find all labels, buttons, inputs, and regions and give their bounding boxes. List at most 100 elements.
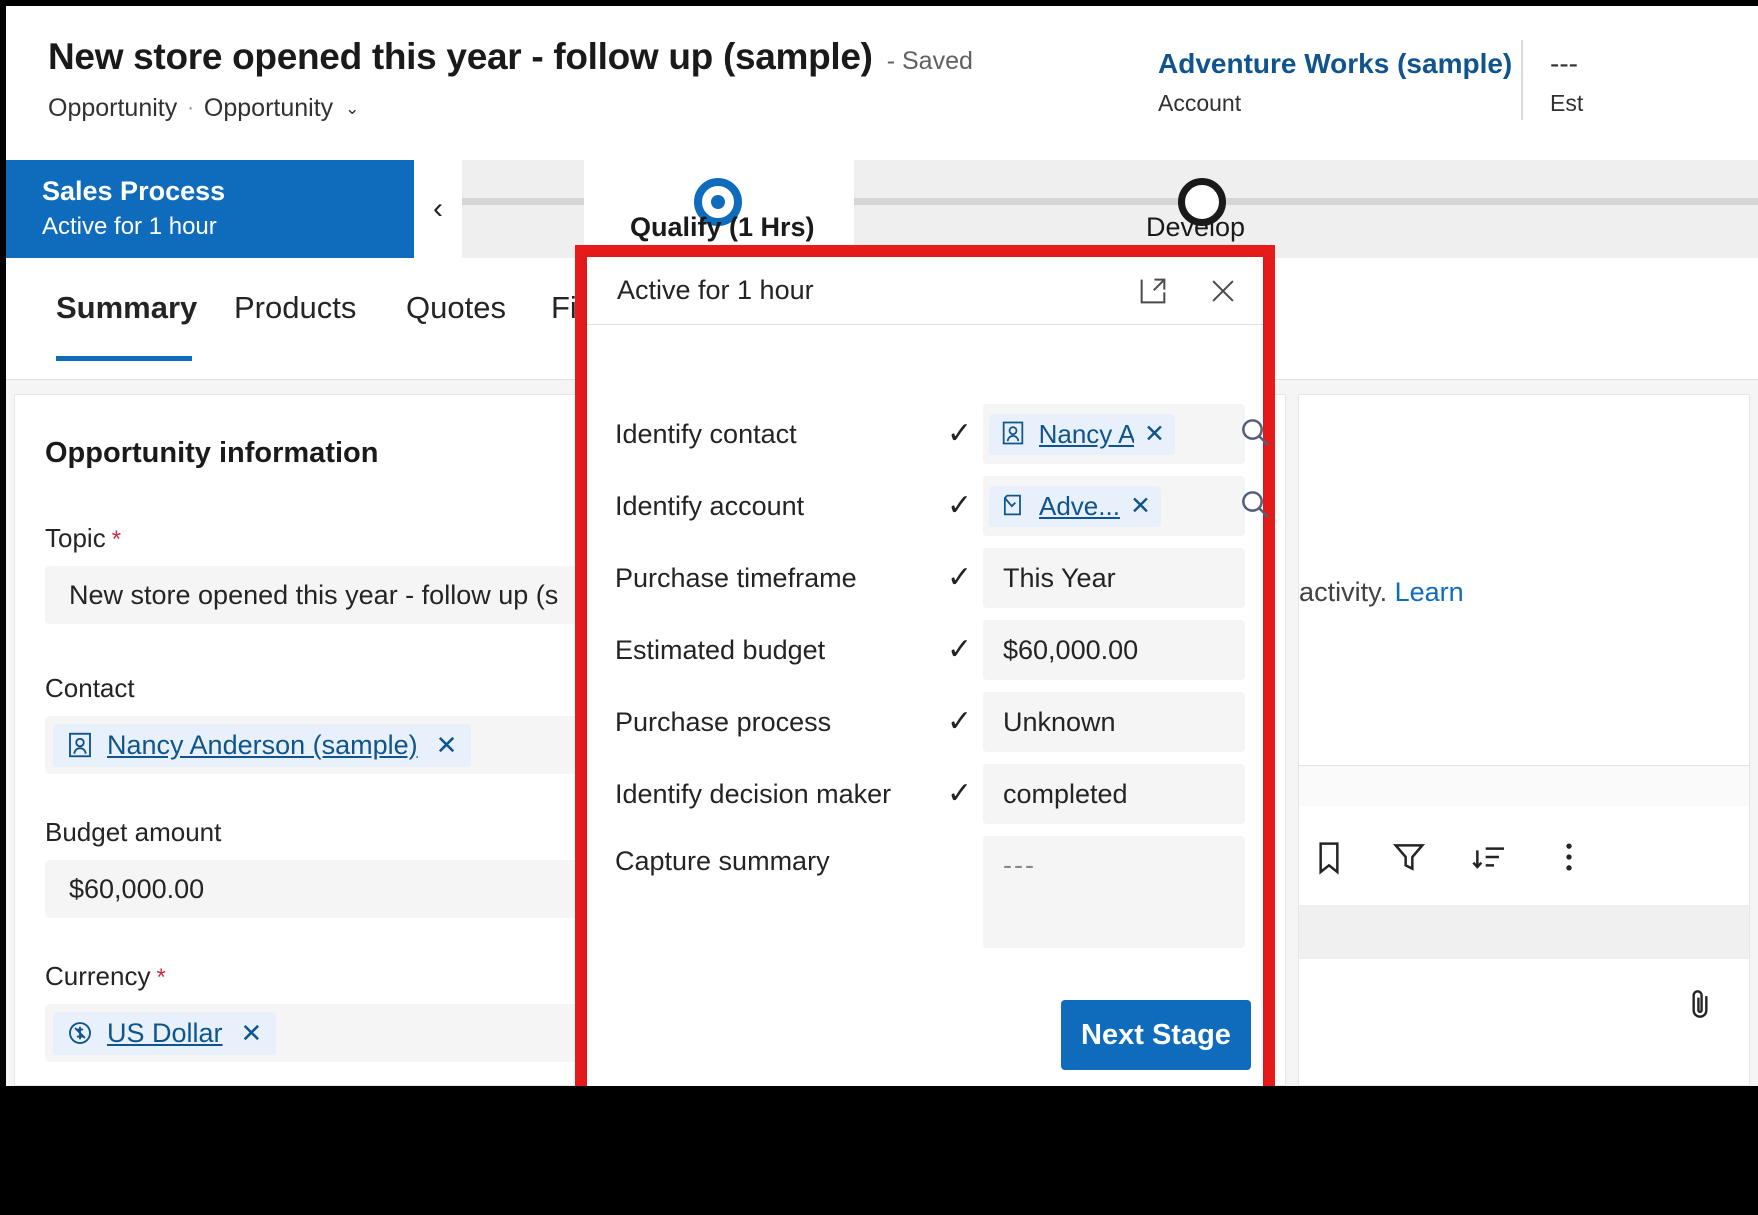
- timeline-row: [1299, 905, 1749, 959]
- record-header-left: New store opened this year - follow up (…: [48, 36, 973, 123]
- step-check-identify-account: ✓: [947, 489, 973, 522]
- step-value-identify-contact[interactable]: Nancy A ✕: [983, 404, 1245, 464]
- breadcrumb: Opportunity · Opportunity ⌄: [48, 94, 973, 123]
- app-screen: New store opened this year - follow up (…: [0, 0, 1758, 1215]
- dialog-header-actions: [1131, 269, 1245, 313]
- identify-contact-link[interactable]: Nancy A: [1039, 419, 1134, 450]
- dialog-body: Identify contact ✓ Nancy A ✕ Identify ac…: [587, 326, 1270, 1086]
- step-label-purchase-timeframe: Purchase timeframe: [615, 562, 857, 593]
- process-name-block[interactable]: Sales Process Active for 1 hour: [6, 160, 414, 258]
- account-icon: [999, 491, 1029, 521]
- process-name: Sales Process: [42, 176, 226, 206]
- header-related-account: Adventure Works (sample) Account: [1158, 48, 1512, 117]
- stage-step-estimated-budget: Estimated budget ✓ $60,000.00: [587, 614, 1263, 686]
- record-header: New store opened this year - follow up (…: [6, 6, 1758, 146]
- breadcrumb-separator: ·: [187, 97, 194, 119]
- related-account-label: Account: [1158, 90, 1242, 116]
- step-label-identify-contact: Identify contact: [615, 418, 797, 449]
- step-check-purchase-process: ✓: [947, 705, 973, 738]
- step-value-purchase-process[interactable]: Unknown: [983, 692, 1245, 752]
- bookmark-icon[interactable]: [1309, 837, 1349, 882]
- required-asterisk: *: [111, 526, 122, 553]
- est-value: ---: [1550, 48, 1578, 79]
- tab-active-underline: [56, 356, 192, 361]
- timeline-empty-text: g an activity.: [1299, 577, 1388, 607]
- frame-edge-left: [0, 0, 6, 1215]
- contact-pill[interactable]: Nancy Anderson (sample) ✕: [53, 723, 472, 767]
- sort-icon[interactable]: [1469, 837, 1509, 882]
- clear-identify-contact-icon[interactable]: ✕: [1144, 419, 1165, 449]
- process-stage-track: Qualify (1 Hrs) Develop: [462, 160, 1758, 258]
- step-label-identify-decision-maker: Identify decision maker: [615, 778, 892, 809]
- contact-link[interactable]: Nancy Anderson (sample): [107, 730, 418, 761]
- header-divider: [1521, 40, 1523, 120]
- step-label-estimated-budget: Estimated budget: [615, 634, 826, 665]
- stage-flyout-dialog: Active for 1 hour Identify contact ✓ Nan…: [587, 257, 1270, 1086]
- stage-step-purchase-timeframe: Purchase timeframe ✓ This Year: [587, 542, 1263, 614]
- stage-step-identify-account: Identify account ✓ Adve... ✕: [587, 470, 1270, 542]
- identify-account-pill[interactable]: Adve... ✕: [989, 485, 1161, 527]
- business-process-bar: Sales Process Active for 1 hour ‹ Qualif…: [6, 160, 1758, 258]
- tab-quotes[interactable]: Quotes: [406, 290, 506, 326]
- more-options-icon[interactable]: [1549, 837, 1589, 882]
- stage-step-purchase-process: Purchase process ✓ Unknown: [587, 686, 1263, 758]
- est-value-label: Est: [1550, 90, 1584, 116]
- currency-icon: [65, 1018, 95, 1048]
- contact-icon: [999, 419, 1029, 449]
- tab-products[interactable]: Products: [234, 290, 356, 326]
- search-icon[interactable]: [1235, 484, 1279, 528]
- filter-icon[interactable]: [1389, 837, 1429, 882]
- step-check-purchase-timeframe: ✓: [947, 561, 973, 594]
- step-value-purchase-timeframe[interactable]: This Year: [983, 548, 1245, 608]
- step-label-purchase-process: Purchase process: [615, 706, 832, 737]
- timeline-empty-message: g an activity. Learn: [1299, 577, 1749, 608]
- step-check-identify-decision-maker: ✓: [947, 777, 973, 810]
- next-stage-button[interactable]: Next Stage: [1061, 1000, 1251, 1070]
- related-account-link[interactable]: Adventure Works (sample): [1158, 48, 1512, 80]
- close-icon[interactable]: [1201, 269, 1245, 313]
- step-value-capture-summary[interactable]: ---: [983, 836, 1245, 948]
- timeline-strip: [1299, 766, 1749, 806]
- paperclip-icon[interactable]: [1681, 985, 1719, 1028]
- save-status: - Saved: [886, 47, 973, 75]
- step-value-estimated-budget[interactable]: $60,000.00: [983, 620, 1245, 680]
- field-label-currency-text: Currency: [45, 961, 151, 991]
- frame-edge-top: [0, 0, 1758, 6]
- timeline-learn-link[interactable]: Learn: [1395, 577, 1464, 607]
- dialog-header: Active for 1 hour: [587, 257, 1263, 325]
- page-title: New store opened this year - follow up (…: [48, 36, 873, 77]
- step-label-capture-summary: Capture summary: [615, 846, 830, 876]
- stage-label-qualify[interactable]: Qualify (1 Hrs): [630, 212, 815, 243]
- step-value-identify-decision-maker[interactable]: completed: [983, 764, 1245, 824]
- identify-account-link[interactable]: Adve...: [1039, 491, 1120, 522]
- currency-link[interactable]: US Dollar: [107, 1018, 223, 1049]
- step-label-identify-account: Identify account: [615, 490, 805, 521]
- timeline-toolbar: [1299, 813, 1749, 905]
- timeline-card: g an activity. Learn: [1298, 394, 1750, 1086]
- breadcrumb-entity[interactable]: Opportunity: [48, 94, 177, 123]
- clear-identify-account-icon[interactable]: ✕: [1130, 491, 1151, 521]
- currency-pill[interactable]: US Dollar ✕: [53, 1011, 277, 1055]
- required-asterisk: *: [156, 964, 166, 991]
- stage-step-identify-contact: Identify contact ✓ Nancy A ✕: [587, 398, 1270, 470]
- chevron-down-icon[interactable]: ⌄: [345, 99, 359, 119]
- process-status: Active for 1 hour: [42, 213, 217, 241]
- search-icon[interactable]: [1235, 412, 1279, 456]
- field-label-topic-text: Topic: [45, 523, 106, 553]
- process-collapse-button[interactable]: ‹: [414, 160, 462, 258]
- chevron-left-icon: ‹: [433, 192, 443, 225]
- step-check-identify-contact: ✓: [947, 417, 973, 450]
- open-in-new-window-icon[interactable]: [1131, 269, 1175, 313]
- clear-currency-icon[interactable]: ✕: [241, 1018, 263, 1049]
- section-title: Opportunity information: [45, 437, 379, 469]
- identify-contact-pill[interactable]: Nancy A ✕: [989, 413, 1175, 455]
- header-est-value: --- Est: [1550, 48, 1583, 117]
- stage-label-develop[interactable]: Develop: [1146, 212, 1245, 243]
- clear-contact-icon[interactable]: ✕: [436, 730, 458, 761]
- stage-step-capture-summary: Capture summary ---: [587, 830, 1263, 954]
- stage-step-identify-decision-maker: Identify decision maker ✓ completed: [587, 758, 1263, 830]
- form-selector-label[interactable]: Opportunity: [204, 94, 333, 123]
- step-value-identify-account[interactable]: Adve... ✕: [983, 476, 1245, 536]
- frame-edge-bottom: [0, 1086, 1758, 1215]
- tab-summary[interactable]: Summary: [56, 290, 197, 326]
